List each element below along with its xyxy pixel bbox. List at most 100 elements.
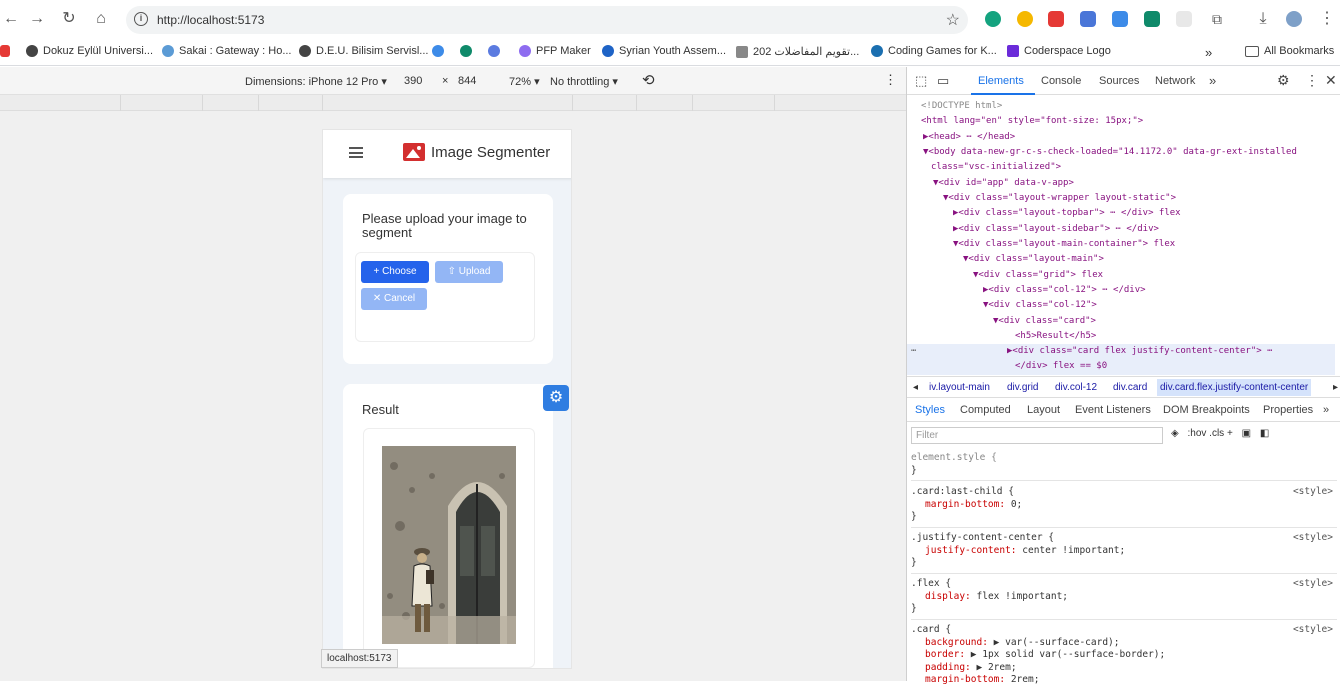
dom-line[interactable]: ▼<div class="grid"> flex <box>973 268 1103 283</box>
settings-gear-icon[interactable]: ⚙ <box>1277 72 1290 89</box>
result-image-container <box>363 428 535 668</box>
more-tabs-button[interactable]: » <box>1209 73 1216 88</box>
reload-icon[interactable]: ↻ <box>58 9 80 29</box>
extension-icon[interactable] <box>985 11 1001 27</box>
element-state-icon[interactable]: ▣ <box>1242 428 1251 439</box>
syrian-youth-icon <box>602 45 614 57</box>
bookmark-item[interactable]: Coding Games for K... <box>871 45 997 57</box>
dom-line[interactable]: ▼<div class="col-12"> <box>983 298 1097 313</box>
back-icon[interactable]: ← <box>0 9 22 29</box>
segmented-image <box>382 446 516 644</box>
dom-line[interactable]: ▶<div class="col-12"> ⋯ </div> <box>983 283 1146 298</box>
tab-styles[interactable]: Styles <box>915 404 945 416</box>
tab-layout[interactable]: Layout <box>1027 404 1060 416</box>
dom-line[interactable]: ▼<div class="card"> <box>993 314 1096 329</box>
dom-line-selected[interactable]: ▶<div class="card flex justify-content-c… <box>1007 344 1273 359</box>
bookmark-item[interactable]: تقويم المفاضلات 202... <box>736 45 859 58</box>
choose-button[interactable]: + Choose <box>361 261 429 283</box>
more-bookmarks-button[interactable]: » <box>1205 45 1212 60</box>
devtools-menu-icon[interactable]: ⋮ <box>1305 72 1319 89</box>
bookmark-extension-icon[interactable] <box>488 45 500 57</box>
bookmark-item[interactable]: Coderspace Logo <box>1007 45 1111 57</box>
computed-sidebar-icon[interactable]: ◧ <box>1260 428 1269 439</box>
extension-icon[interactable] <box>1112 11 1128 27</box>
bookmark-item[interactable]: Sakai : Gateway : Ho... <box>162 45 292 57</box>
bookmark-star-icon[interactable]: ☆ <box>946 10 960 30</box>
hamburger-menu-icon[interactable] <box>349 147 363 158</box>
device-select[interactable]: Dimensions: iPhone 12 Pro ▾ <box>245 75 387 88</box>
device-width-input[interactable]: 390 <box>404 75 422 87</box>
inspect-element-icon[interactable]: ⬚ <box>915 73 927 89</box>
site-info-icon[interactable]: i <box>134 12 148 26</box>
dom-line[interactable]: <!DOCTYPE html> <box>921 99 1002 114</box>
upload-button[interactable]: ⇧ Upload <box>435 261 503 283</box>
dom-line[interactable]: ▶<head> ⋯ </head> <box>923 130 1015 145</box>
forward-icon[interactable]: → <box>26 9 48 29</box>
dom-line[interactable]: ▶<div class="layout-sidebar"> ⋯ </div> <box>953 222 1159 237</box>
device-toggle-icon[interactable]: ▭ <box>937 73 949 89</box>
dom-line[interactable]: ▼<div class="layout-wrapper layout-stati… <box>943 191 1176 206</box>
bookmark-youtube[interactable] <box>0 45 10 57</box>
bookmark-item[interactable]: Dokuz Eylül Universi... <box>26 45 153 57</box>
device-options-icon[interactable]: ⋮ <box>884 72 897 88</box>
dom-line[interactable]: ▼<div class="layout-main-container"> fle… <box>953 237 1175 252</box>
dom-line-selected[interactable]: </div> flex == $0 <box>1015 359 1107 374</box>
breadcrumb-item[interactable]: iv.layout-main <box>929 382 990 393</box>
device-height-input[interactable]: 844 <box>458 75 476 87</box>
zoom-select[interactable]: 72% ▾ <box>509 75 540 88</box>
tab-elements[interactable]: Elements <box>978 75 1024 87</box>
dom-line[interactable]: ▼<body data-new-gr-c-s-check-loaded="14.… <box>923 145 1297 160</box>
tab-computed[interactable]: Computed <box>960 404 1011 416</box>
css-rule[interactable]: .justify-content-center { <style> justif… <box>911 532 1337 574</box>
profile-avatar-icon[interactable] <box>1286 11 1302 27</box>
bookmark-item[interactable]: D.E.U. Bilisim Servisl... <box>299 45 428 57</box>
breadcrumb-item[interactable]: div.col-12 <box>1055 382 1097 393</box>
dom-line[interactable]: ▼<div class="layout-main"> <box>963 252 1104 267</box>
download-icon[interactable]: ⤓ <box>1252 9 1274 29</box>
more-subtabs-button[interactable]: » <box>1323 404 1329 416</box>
breadcrumb-item[interactable]: div.grid <box>1007 382 1039 393</box>
all-bookmarks-button[interactable]: All Bookmarks <box>1245 45 1334 57</box>
cancel-button[interactable]: ✕ Cancel <box>361 288 427 310</box>
pseudo-class-toggles[interactable]: :hov .cls + <box>1187 428 1232 439</box>
extension-icon[interactable] <box>1080 11 1096 27</box>
dom-line[interactable]: <h5>Result</h5> <box>1015 329 1096 344</box>
breadcrumb-scroll-right[interactable]: ▸ <box>1333 382 1338 393</box>
tab-dom-breakpoints[interactable]: DOM Breakpoints <box>1163 404 1250 416</box>
breadcrumb-item[interactable]: div.card <box>1113 382 1147 393</box>
dom-line[interactable]: ▶<div class="layout-topbar"> ⋯ </div> fl… <box>953 206 1181 221</box>
extension-icon[interactable] <box>1017 11 1033 27</box>
dom-line[interactable]: class="vsc-initialized"> <box>931 160 1061 175</box>
config-gear-button[interactable]: ⚙ <box>543 385 569 411</box>
extension-icon[interactable] <box>1144 11 1160 27</box>
extension-icon[interactable] <box>1048 11 1064 27</box>
css-rule[interactable]: .flex { <style> display: flex !important… <box>911 578 1337 620</box>
bookmark-item[interactable]: PFP Maker <box>519 45 591 57</box>
address-bar[interactable]: i http://localhost:5173 ☆ <box>126 6 968 34</box>
bookmark-item[interactable]: Syrian Youth Assem... <box>602 45 726 57</box>
close-devtools-icon[interactable]: ✕ <box>1325 72 1337 89</box>
tab-console[interactable]: Console <box>1041 75 1081 87</box>
tab-properties[interactable]: Properties <box>1263 404 1313 416</box>
rotate-icon[interactable]: ⟲ <box>642 71 655 89</box>
css-rule[interactable]: .card:last-child { <style> margin-bottom… <box>911 486 1337 528</box>
tab-sources[interactable]: Sources <box>1099 75 1139 87</box>
extension-icon[interactable] <box>1176 11 1192 27</box>
home-icon[interactable]: ⌂ <box>90 9 112 29</box>
dom-line[interactable]: ▼<div id="app" data-v-app> <box>933 176 1074 191</box>
throttling-select[interactable]: No throttling ▾ <box>550 75 618 88</box>
breadcrumb-scroll-left[interactable]: ◂ <box>913 382 918 393</box>
menu-kebab-icon[interactable]: ⋮ <box>1316 9 1338 29</box>
dom-line[interactable]: <html lang="en" style="font-size: 15px;"… <box>921 114 1143 129</box>
url-text[interactable]: http://localhost:5173 <box>157 13 264 27</box>
css-rule[interactable]: .card { <style> background: ▶ var(--surf… <box>911 624 1337 690</box>
breadcrumb-item-selected[interactable]: div.card.flex.justify-content-center <box>1157 379 1312 396</box>
tab-network[interactable]: Network <box>1155 75 1195 87</box>
extensions-puzzle-icon[interactable]: ⧉ <box>1206 9 1228 29</box>
bookmark-extension-icon[interactable] <box>432 45 444 57</box>
bookmark-extension-icon[interactable] <box>460 45 472 57</box>
css-rule[interactable]: element.style { } <box>911 452 1337 481</box>
paint-toggle-icon[interactable]: ◈ <box>1171 428 1179 439</box>
tab-event-listeners[interactable]: Event Listeners <box>1075 404 1151 416</box>
styles-filter-input[interactable]: Filter <box>911 427 1163 444</box>
